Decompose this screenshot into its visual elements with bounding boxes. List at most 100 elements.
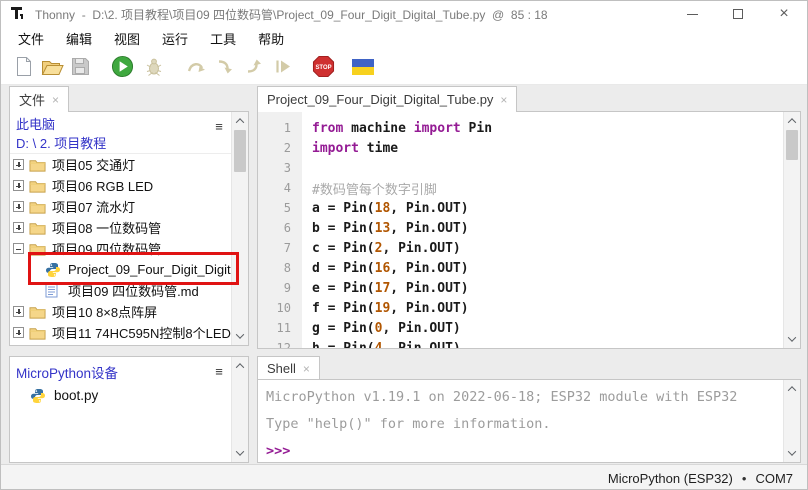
current-path-link[interactable]: D: \ 2. 项目教程 (16, 134, 231, 153)
tree-item-project10[interactable]: 项目10 8×8点阵屏 (10, 301, 231, 322)
expander-plus-icon[interactable] (13, 159, 24, 170)
files-scroll-thumb[interactable] (234, 130, 246, 172)
folder-icon (29, 220, 47, 236)
code-lines: 1from machine import Pin2import time34#数… (258, 118, 783, 349)
tree-item-project09[interactable]: 项目09 四位数码管 (10, 238, 231, 259)
tree-item-project08[interactable]: 项目08 一位数码管 (10, 217, 231, 238)
this-pc-link[interactable]: 此电脑 (16, 115, 231, 134)
editor-scrollbar[interactable] (783, 112, 800, 348)
expander-minus-icon[interactable] (13, 243, 24, 254)
thonny-window: Thonny - D:\2. 项目教程\项目09 四位数码管\Project_0… (0, 0, 808, 490)
editor-scroll-down-icon[interactable] (784, 331, 800, 347)
tab-files-label: 文件 (19, 90, 45, 109)
maximize-button[interactable] (715, 1, 761, 27)
python-icon (30, 388, 48, 404)
editor-scroll-thumb[interactable] (786, 130, 798, 160)
doc-icon (45, 283, 63, 299)
tree-item-project09-python-file[interactable]: Project_09_Four_Digit_Digital_ (10, 259, 231, 280)
device-scroll-down-icon[interactable] (232, 445, 248, 461)
tree-item-project07[interactable]: 项目07 流水灯 (10, 196, 231, 217)
menu-file[interactable]: 文件 (7, 27, 55, 50)
shell-scroll-up-icon[interactable] (784, 381, 800, 397)
tab-editor-close-icon[interactable] (500, 92, 507, 107)
ukraine-flag-icon (352, 59, 374, 75)
run-script-button[interactable] (109, 53, 135, 81)
device-file-bootpy[interactable]: boot.py (10, 385, 231, 406)
tab-files[interactable]: 文件 (9, 86, 69, 112)
tab-files-close-icon[interactable] (52, 92, 59, 107)
files-panel-menu-icon[interactable] (212, 118, 226, 132)
shell-scroll-down-icon[interactable] (784, 445, 800, 461)
device-scroll-up-icon[interactable] (232, 358, 248, 374)
status-bar: MicroPython (ESP32) • COM7 (1, 464, 807, 490)
menu-help[interactable]: 帮助 (247, 27, 295, 50)
folder-icon (29, 241, 47, 257)
status-interpreter[interactable]: MicroPython (ESP32) (608, 471, 733, 486)
shell-panel[interactable]: MicroPython v1.19.1 on 2022-06-18; ESP32… (257, 379, 801, 463)
folder-icon (29, 178, 47, 194)
open-file-icon (41, 57, 64, 76)
step-out-button (241, 53, 267, 81)
expander-plus-icon[interactable] (13, 201, 24, 212)
files-panel: 此电脑 D: \ 2. 项目教程 项目05 交通灯项目06 RGB LED项目0… (9, 111, 249, 346)
shell-prompt: >>> (266, 443, 290, 459)
minimize-button[interactable] (669, 1, 715, 27)
save-file-icon (71, 57, 90, 76)
menu-edit[interactable]: 编辑 (55, 27, 103, 50)
code-editor[interactable]: 1from machine import Pin2import time34#数… (257, 111, 801, 349)
tree-item-project06[interactable]: 项目06 RGB LED (10, 175, 231, 196)
step-into-icon (216, 58, 235, 75)
status-port[interactable]: COM7 (755, 471, 793, 486)
ukraine-flag-button[interactable] (350, 53, 376, 81)
file-tree: 项目05 交通灯项目06 RGB LED项目07 流水灯项目08 一位数码管项目… (10, 154, 231, 345)
shell-scrollbar[interactable] (783, 380, 800, 462)
expander-plus-icon[interactable] (13, 306, 24, 317)
menu-run[interactable]: 运行 (151, 27, 199, 50)
folder-icon (29, 304, 47, 320)
editor-scroll-up-icon[interactable] (784, 113, 800, 129)
expander-plus-icon[interactable] (13, 180, 24, 191)
device-file-label: boot.py (54, 388, 98, 403)
resume-button (270, 53, 296, 81)
step-over-button (183, 53, 209, 81)
step-over-icon (186, 58, 207, 75)
menu-view[interactable]: 视图 (103, 27, 151, 50)
files-scrollbar[interactable] (231, 112, 248, 345)
files-scroll-up-icon[interactable] (232, 113, 248, 129)
tree-item-project11[interactable]: 项目11 74HC595N控制8个LED (10, 322, 231, 343)
tab-editor[interactable]: Project_09_Four_Digit_Digital_Tube.py (257, 86, 517, 112)
shell-lines: MicroPython v1.19.1 on 2022-06-18; ESP32… (258, 382, 783, 465)
tree-item-label: Project_09_Four_Digit_Digital_ (68, 262, 231, 277)
expander-plus-icon[interactable] (13, 327, 24, 338)
open-file-button[interactable] (39, 53, 65, 81)
tab-shell-close-icon[interactable] (303, 361, 310, 376)
new-file-button[interactable] (11, 53, 37, 81)
files-scroll-down-icon[interactable] (232, 328, 248, 344)
tree-item-project05[interactable]: 项目05 交通灯 (10, 154, 231, 175)
tree-item-label: 项目08 一位数码管 (52, 218, 161, 237)
expander-plus-icon[interactable] (13, 222, 24, 233)
device-panel-menu-icon[interactable] (212, 363, 226, 377)
thonny-logo-icon (9, 5, 27, 23)
close-button[interactable] (761, 1, 807, 27)
folder-icon (29, 199, 47, 215)
files-header: 此电脑 D: \ 2. 项目教程 (10, 112, 231, 154)
new-file-icon (15, 56, 33, 77)
device-scrollbar[interactable] (231, 357, 248, 462)
menu-tools[interactable]: 工具 (199, 27, 247, 50)
close-icon (779, 5, 788, 23)
maximize-icon (733, 9, 743, 19)
tree-item-label: 项目05 交通灯 (52, 155, 135, 174)
tree-item-label: 项目10 8×8点阵屏 (52, 302, 157, 321)
step-into-button (212, 53, 238, 81)
title-bar: Thonny - D:\2. 项目教程\项目09 四位数码管\Project_0… (1, 1, 807, 27)
stop-restart-icon: STOP (312, 55, 335, 78)
tree-item-label: 项目06 RGB LED (52, 176, 153, 195)
stop-restart-button[interactable]: STOP (310, 53, 336, 81)
debug-script-button (141, 53, 167, 81)
tab-shell[interactable]: Shell (257, 356, 320, 379)
tree-item-project09-md-file[interactable]: 项目09 四位数码管.md (10, 280, 231, 301)
tree-item-label: 项目09 四位数码管 (52, 239, 161, 258)
device-panel-title: MicroPython设备 (16, 366, 118, 381)
minimize-icon (687, 14, 698, 15)
